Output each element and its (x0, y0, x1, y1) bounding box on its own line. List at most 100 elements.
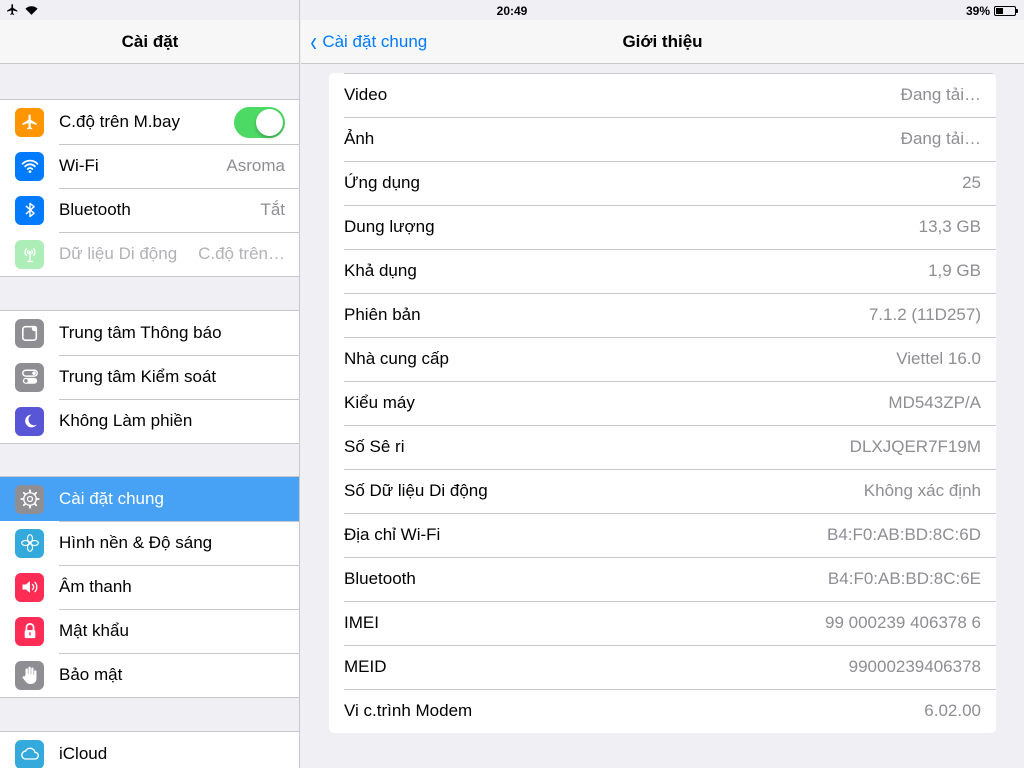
sidebar-item-value: Tắt (260, 200, 285, 219)
info-row-label: Dung lượng (344, 217, 435, 236)
status-bar: 20:49 39% (0, 0, 1024, 20)
sidebar-item-privacy[interactable]: Bảo mật (0, 653, 299, 697)
page-title: Giới thiệu (622, 32, 703, 51)
sidebar-item-label: Mật khẩu (59, 621, 129, 640)
speaker-icon (15, 572, 44, 602)
info-row: Ứng dụng 25 (329, 161, 996, 205)
info-row: Dung lượng 13,3 GB (329, 205, 996, 249)
control-center-icon (15, 362, 44, 392)
sidebar-group-system: Trung tâm Thông báo Trung tâm Kiểm soát … (0, 310, 299, 444)
gear-icon (15, 484, 44, 514)
sidebar-group-accounts: iCloud (0, 731, 299, 768)
sidebar-item-wifi[interactable]: Wi-Fi Asroma (0, 144, 299, 188)
info-row: Địa chỉ Wi-Fi B4:F0:AB:BD:8C:6D (329, 513, 996, 557)
info-row-label: Kiểu máy (344, 393, 415, 412)
sidebar-item-general[interactable]: Cài đặt chung (0, 477, 299, 521)
sidebar-item-label: Trung tâm Kiểm soát (59, 367, 217, 386)
info-row-label: IMEI (344, 613, 379, 632)
sidebar-item-do-not-disturb[interactable]: Không Làm phiền (0, 399, 299, 443)
wifi-icon (15, 151, 44, 181)
info-row-label: Ứng dụng (344, 173, 420, 192)
info-row: IMEI 99 000239 406378 6 (329, 601, 996, 645)
sidebar-item-icloud[interactable]: iCloud (0, 732, 299, 768)
info-row-value: 99 000239 406378 6 (825, 613, 981, 632)
sidebar-item-passcode[interactable]: Mật khẩu (0, 609, 299, 653)
info-row-value: B4:F0:AB:BD:8C:6D (826, 525, 981, 544)
detail-navbar: ‹ Cài đặt chung Giới thiệu (301, 20, 1024, 64)
info-row-value: 1,9 GB (928, 261, 981, 280)
wallpaper-flower-icon (15, 528, 44, 558)
info-row-label: Vi c.trình Modem (344, 701, 473, 720)
info-row-label: Video (344, 85, 388, 104)
lock-icon (15, 616, 44, 646)
moon-icon (15, 406, 44, 436)
info-row: Bluetooth B4:F0:AB:BD:8C:6E (329, 557, 996, 601)
sidebar-group-connectivity: C.độ trên M.bay Wi-Fi Asroma Bluetooth T… (0, 99, 299, 277)
info-row: Vi c.trình Modem 6.02.00 (329, 689, 996, 733)
sidebar-item-control-center[interactable]: Trung tâm Kiểm soát (0, 355, 299, 399)
sidebar-item-cellular-data[interactable]: Dữ liệu Di động C.độ trên… (0, 232, 299, 276)
sidebar-item-wallpaper-brightness[interactable]: Hình nền & Độ sáng (0, 521, 299, 565)
info-row: MEID 99000239406378 (329, 645, 996, 689)
sidebar-item-label: Bluetooth (59, 200, 131, 219)
sidebar-item-label: iCloud (59, 744, 108, 763)
info-row-value: Đang tải… (900, 129, 981, 148)
status-time: 20:49 (496, 4, 528, 18)
sidebar-item-label: Âm thanh (59, 577, 132, 596)
battery-level-fill (996, 8, 1004, 14)
sidebar-item-label: Không Làm phiền (59, 411, 193, 430)
info-row-value: Viettel 16.0 (896, 349, 981, 368)
sidebar-item-airplane-mode[interactable]: C.độ trên M.bay (0, 100, 299, 144)
info-row: Khả dụng 1,9 GB (329, 249, 996, 293)
sidebar-item-label: Bảo mật (59, 665, 123, 684)
sidebar-item-sounds[interactable]: Âm thanh (0, 565, 299, 609)
about-info-list: Video Đang tải… Ảnh Đang tải… Ứng dụng 25 Dung… (329, 73, 996, 733)
sidebar-item-label: Hình nền & Độ sáng (59, 533, 213, 552)
info-row: Kiểu máy MD543ZP/A (329, 381, 996, 425)
info-row-label: Khả dụng (344, 261, 417, 280)
sidebar-item-label: C.độ trên M.bay (59, 112, 180, 131)
info-row: Phiên bản 7.1.2 (11D257) (329, 293, 996, 337)
info-row: Số Sê ri DLXJQER7F19M (329, 425, 996, 469)
info-row: Số Dữ liệu Di động Không xác định (329, 469, 996, 513)
info-row-label: MEID (344, 657, 387, 676)
info-row-label: Phiên bản (344, 305, 421, 324)
sidebar-header: Cài đặt (0, 20, 299, 64)
info-row-value: B4:F0:AB:BD:8C:6E (827, 569, 981, 588)
battery-percentage: 39% (965, 4, 990, 18)
airplane-mode-toggle[interactable] (234, 106, 285, 138)
info-row-label: Bluetooth (344, 569, 416, 588)
sidebar-item-label: Dữ liệu Di động (59, 244, 178, 263)
info-row-value: MD543ZP/A (888, 393, 981, 412)
sidebar-item-value: C.độ trên… (198, 244, 285, 263)
sidebar-item-bluetooth[interactable]: Bluetooth Tắt (0, 188, 299, 232)
info-row: Video Đang tải… (329, 73, 996, 117)
info-row: Nhà cung cấp Viettel 16.0 (329, 337, 996, 381)
sidebar-title: Cài đặt (121, 31, 179, 51)
hand-icon (15, 660, 44, 690)
cellular-icon (15, 239, 44, 269)
sidebar-item-label: Trung tâm Thông báo (59, 323, 222, 342)
info-row-label: Số Sê ri (344, 437, 405, 456)
notification-center-icon (15, 318, 44, 348)
status-right: 39% (965, 4, 1018, 18)
info-row-label: Nhà cung cấp (344, 349, 449, 368)
sidebar-group-general: Cài đặt chung Hình nền & Độ sáng Âm than… (0, 476, 299, 698)
info-row-value: DLXJQER7F19M (849, 437, 981, 456)
info-row-value: Không xác định (863, 481, 981, 500)
info-row-value: 6.02.00 (924, 701, 981, 720)
sidebar-item-label: Wi-Fi (59, 156, 99, 175)
info-row-label: Ảnh (344, 129, 375, 148)
info-row-label: Địa chỉ Wi-Fi (344, 525, 441, 544)
cloud-icon (15, 739, 44, 768)
airplane-icon (15, 107, 44, 137)
info-row-value: 25 (962, 173, 981, 192)
settings-sidebar: Cài đặt C.độ trên M.bay Wi-Fi Asroma Blu… (0, 0, 300, 768)
info-row-value: 99000239406378 (848, 657, 981, 676)
info-row-value: 13,3 GB (918, 217, 981, 236)
info-row-value: 7.1.2 (11D257) (868, 305, 981, 324)
info-row-value: Đang tải… (900, 85, 981, 104)
sidebar-item-value: Asroma (226, 156, 285, 175)
info-row-label: Số Dữ liệu Di động (344, 481, 488, 500)
sidebar-item-notification-center[interactable]: Trung tâm Thông báo (0, 311, 299, 355)
